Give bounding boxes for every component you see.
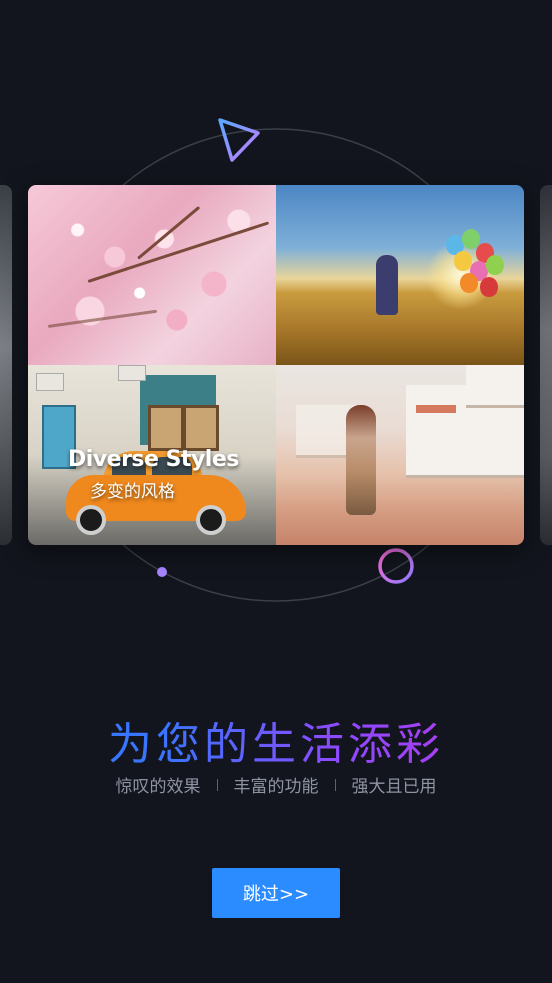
- feature-divider: [334, 778, 336, 791]
- feature-divider: [216, 778, 218, 791]
- feature-item: 强大且已用: [351, 777, 437, 797]
- feature-item: 丰富的功能: [233, 777, 319, 797]
- triangle-play-icon: [218, 118, 260, 162]
- onboarding-screen: Diverse Styles 多变的风格 为您的生活添彩 惊叹的效果 丰富的功能…: [0, 0, 552, 983]
- ring-icon: [378, 548, 414, 584]
- previous-slide-peek[interactable]: [0, 185, 12, 545]
- feature-item: 惊叹的效果: [115, 777, 201, 797]
- style-collage-card[interactable]: Diverse Styles 多变的风格: [28, 185, 524, 545]
- cherry-blossom-photo: [28, 185, 276, 365]
- style-overlay-title: Diverse Styles: [68, 447, 239, 472]
- style-overlay-subtitle: 多变的风格: [90, 482, 175, 502]
- balloon-field-photo: [276, 185, 524, 365]
- page-title: 为您的生活添彩: [0, 708, 552, 772]
- beach-runner-photo: [276, 365, 524, 545]
- next-slide-peek[interactable]: [540, 185, 552, 545]
- skip-button[interactable]: 跳过>>: [212, 868, 340, 918]
- feature-list: 惊叹的效果 丰富的功能 强大且已用: [0, 772, 552, 797]
- orange-car-photo: Diverse Styles 多变的风格: [28, 365, 276, 545]
- dot-icon: [157, 567, 167, 577]
